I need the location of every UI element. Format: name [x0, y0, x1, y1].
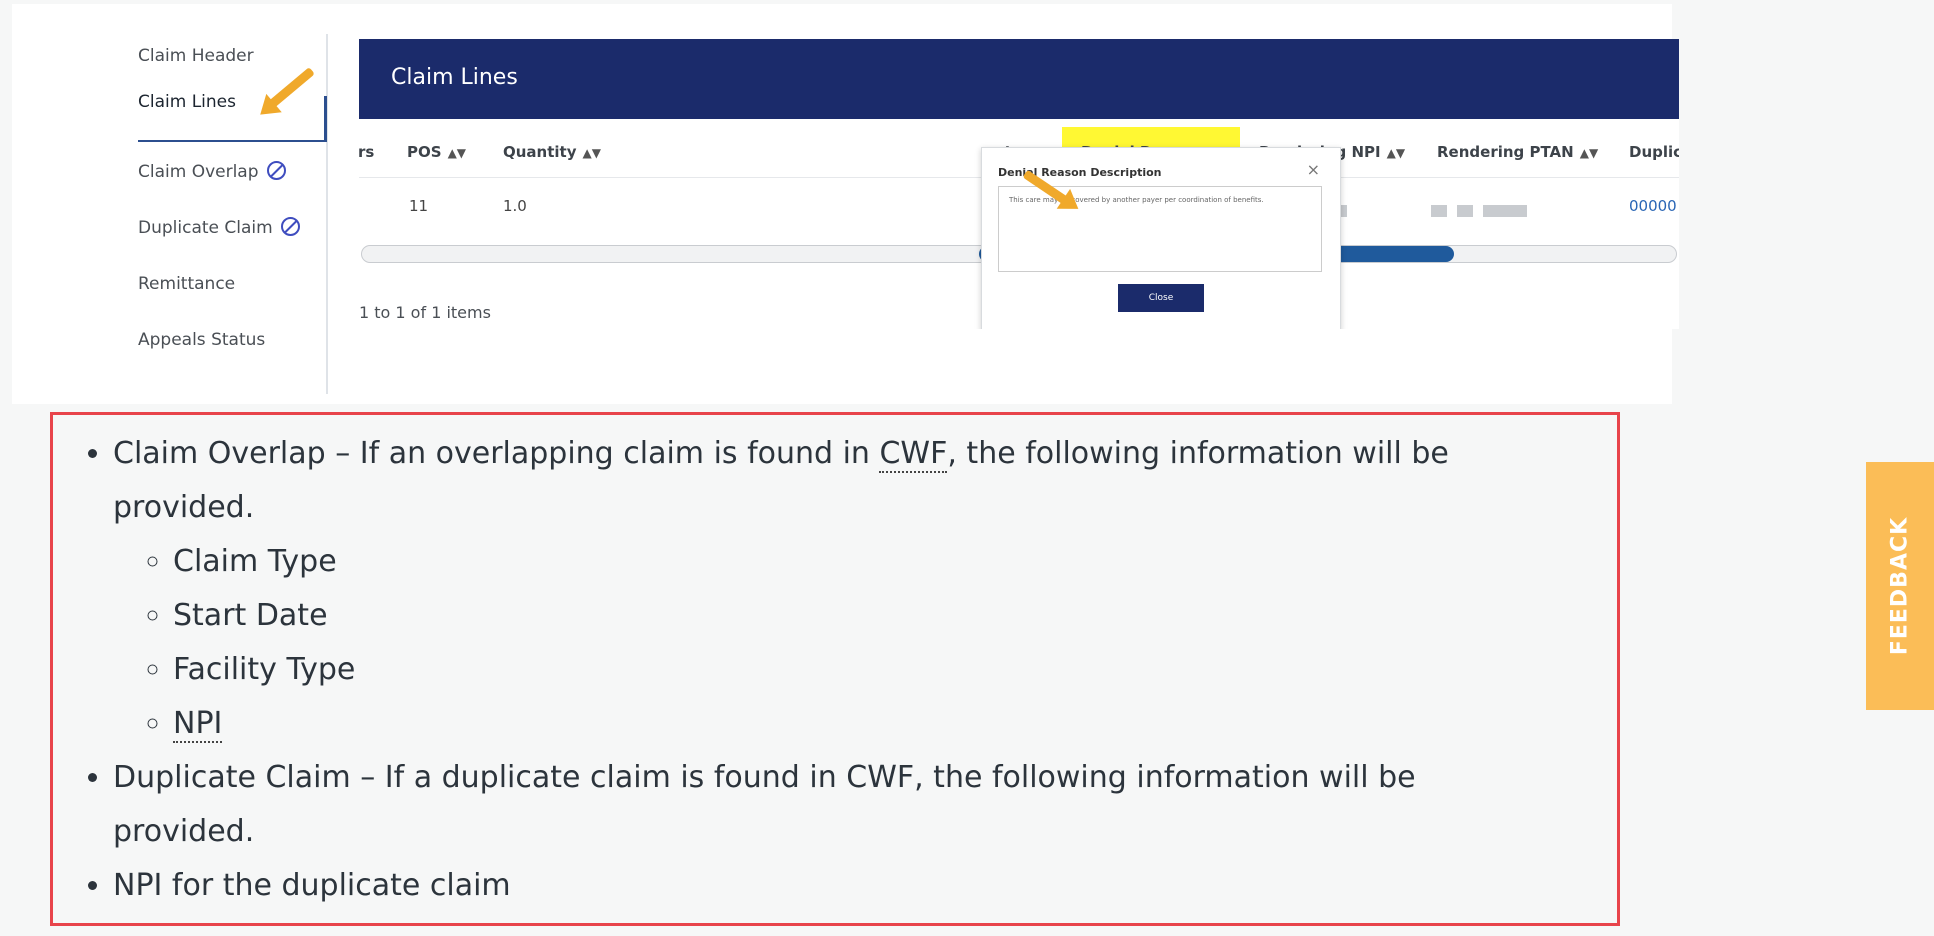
- redacted-ptan: [1457, 205, 1473, 217]
- redacted-ptan: [1483, 205, 1527, 217]
- embedded-screenshot: Claim Header Claim Lines Claim Overlap D…: [12, 4, 1679, 404]
- sort-icon: ▲▼: [582, 146, 601, 160]
- col-label: Rendering PTAN: [1437, 143, 1574, 161]
- cell-quantity: 1.0: [503, 197, 527, 215]
- close-button[interactable]: Close: [1118, 284, 1204, 312]
- col-header-rendering-ptan[interactable]: Rendering PTAN ▲▼: [1437, 137, 1598, 167]
- highlighted-content-box: Claim Overlap – If an overlapping claim …: [50, 412, 1620, 926]
- feedback-tab[interactable]: FEEDBACK: [1866, 462, 1934, 710]
- col-header-duplicate[interactable]: Duplic: [1629, 137, 1679, 167]
- nav-appeals-status[interactable]: Appeals Status: [138, 320, 265, 360]
- sort-icon: ▲▼: [1386, 146, 1406, 160]
- prohibited-icon: [280, 217, 300, 236]
- nav-claim-lines[interactable]: Claim Lines: [138, 82, 236, 122]
- list-item-continuation: provided.: [113, 814, 255, 849]
- nav-label: Claim Overlap: [138, 162, 259, 182]
- nav-remittance[interactable]: Remittance: [138, 264, 235, 304]
- col-label: POS: [407, 143, 442, 161]
- cwf-abbreviation[interactable]: CWF: [879, 436, 948, 473]
- denial-reason-textarea[interactable]: This care may be covered by another paye…: [998, 186, 1322, 272]
- nav-claim-header[interactable]: Claim Header: [138, 36, 254, 76]
- panel-title: Claim Lines: [391, 65, 518, 90]
- nav-label: Claim Lines: [138, 92, 236, 112]
- nav-label: Remittance: [138, 274, 236, 294]
- sub-list-container: Claim Type Start Date Facility Type NPI: [113, 535, 1617, 751]
- sub-item-npi: NPI: [173, 697, 1617, 751]
- info-list: Claim Overlap – If an overlapping claim …: [53, 415, 1617, 913]
- col-label: Duplic: [1629, 143, 1679, 161]
- text: Claim Overlap – If an overlapping claim …: [113, 436, 880, 471]
- list-item-claim-overlap: Claim Overlap – If an overlapping claim …: [113, 427, 1617, 481]
- list-item-npi-duplicate: NPI for the duplicate claim: [113, 859, 1617, 913]
- redacted-ptan: [1431, 205, 1447, 217]
- nav-claim-overlap[interactable]: Claim Overlap: [138, 152, 286, 192]
- sub-list: Claim Type Start Date Facility Type NPI: [113, 535, 1617, 751]
- npi-abbreviation[interactable]: NPI: [173, 706, 223, 743]
- sort-icon: ▲▼: [1579, 146, 1599, 160]
- text: , the following information will be: [947, 436, 1449, 471]
- sub-item-claim-type: Claim Type: [173, 535, 1617, 589]
- sub-item-facility-type: Facility Type: [173, 643, 1617, 697]
- sort-icon: ▲▼: [447, 146, 467, 160]
- nav-label: Claim Header: [138, 46, 254, 66]
- list-item-continuation: provided.: [113, 490, 255, 525]
- prohibited-icon: [266, 161, 286, 180]
- cell-pos: 11: [409, 197, 429, 215]
- nav-label: Appeals Status: [138, 330, 266, 350]
- nav-label: Duplicate Claim: [138, 218, 273, 238]
- paging-info: 1 to 1 of 1 items: [359, 303, 491, 322]
- duplicate-claim-link[interactable]: 00000: [1629, 197, 1677, 215]
- nav-duplicate-claim[interactable]: Duplicate Claim: [138, 208, 300, 248]
- col-label: rs: [359, 143, 375, 161]
- col-header-pos[interactable]: POS ▲▼: [407, 137, 466, 167]
- list-item-duplicate-claim: Duplicate Claim – If a duplicate claim i…: [113, 751, 1617, 805]
- feedback-label: FEEDBACK: [1887, 516, 1913, 656]
- col-header-modifiers[interactable]: rs: [359, 137, 374, 167]
- col-label: Quantity: [503, 143, 577, 161]
- claim-lines-panel: Claim Lines rs POS▲▼ Quantity▲▼ ­mt▲▼ De…: [359, 39, 1679, 329]
- panel-header: Claim Lines: [359, 39, 1679, 119]
- active-underline: [138, 140, 326, 142]
- sub-item-start-date: Start Date: [173, 589, 1617, 643]
- col-header-quantity[interactable]: Quantity ▲▼: [503, 137, 601, 167]
- close-icon[interactable]: ×: [1307, 160, 1320, 179]
- active-indicator: [324, 96, 327, 142]
